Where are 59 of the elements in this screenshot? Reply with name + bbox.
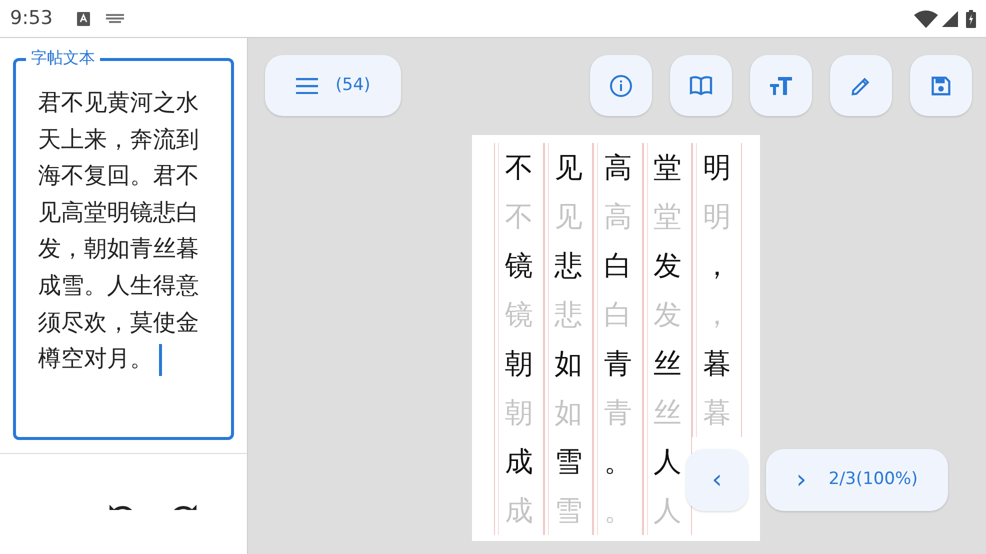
practice-character: 明 <box>692 143 742 192</box>
practice-character: 人 <box>642 486 692 535</box>
field-text: 君不见黄河之水天上来，奔流到海不复回。君不见高堂明镜悲白发，朝如青丝暮成雪。人生得意须尽欢，莫使金樽空对月。 <box>38 90 199 372</box>
practice-character: 不 <box>494 143 544 192</box>
practice-character: 青 <box>593 388 642 437</box>
signal-icon <box>942 10 958 26</box>
menu-icon <box>296 78 318 94</box>
battery-icon <box>966 10 976 28</box>
info-icon <box>609 74 633 98</box>
practice-character: 明 <box>692 192 742 241</box>
edit-button[interactable] <box>830 55 892 116</box>
practice-character: 发 <box>642 290 692 339</box>
practice-character: 青 <box>593 339 642 388</box>
next-page-button[interactable]: › 2/3(100%) <box>766 449 948 511</box>
practice-character: 成 <box>494 486 544 535</box>
practice-character: 镜 <box>494 290 544 339</box>
text-size-icon <box>769 76 793 96</box>
clock: 9:53 <box>10 6 53 32</box>
practice-character: 不 <box>494 192 544 241</box>
practice-character: 高 <box>593 192 642 241</box>
practice-character: 堂 <box>642 192 692 241</box>
previous-page-button[interactable]: ‹ <box>686 449 748 511</box>
info-button[interactable] <box>590 55 652 116</box>
practice-character: 。 <box>593 437 642 486</box>
practice-character: 雪 <box>544 437 593 486</box>
practice-character: 成 <box>494 437 544 486</box>
practice-character: 丝 <box>642 339 692 388</box>
menu-button[interactable]: (54) <box>265 55 401 116</box>
save-button[interactable] <box>910 55 972 116</box>
practice-character: 悲 <box>544 241 593 290</box>
practice-character: 白 <box>593 290 642 339</box>
practice-character: 见 <box>544 143 593 192</box>
practice-character: 镜 <box>494 241 544 290</box>
keyboard-icon <box>106 14 124 23</box>
practice-character: 暮 <box>692 388 742 437</box>
book-icon <box>689 75 713 98</box>
text-size-button[interactable] <box>750 55 812 116</box>
practice-character: 雪 <box>544 486 593 535</box>
practice-character: 堂 <box>642 143 692 192</box>
practice-character: 高 <box>593 143 642 192</box>
save-icon <box>930 75 952 98</box>
book-button[interactable] <box>670 55 732 116</box>
practice-character: 朝 <box>494 339 544 388</box>
practice-character: 发 <box>642 241 692 290</box>
practice-character: 如 <box>544 339 593 388</box>
practice-character: 如 <box>544 388 593 437</box>
practice-character: ， <box>692 241 742 290</box>
practice-character: 见 <box>544 192 593 241</box>
practice-character: 。 <box>593 486 642 535</box>
practice-character: 悲 <box>544 290 593 339</box>
pencil-icon <box>850 75 872 98</box>
practice-character: 丝 <box>642 388 692 437</box>
wifi-icon <box>914 10 938 28</box>
practice-character: 暮 <box>692 339 742 388</box>
practice-character: 朝 <box>494 388 544 437</box>
practice-character: 白 <box>593 241 642 290</box>
practice-character: ， <box>692 290 742 339</box>
practice-character: 人 <box>642 437 692 486</box>
text-input-icon <box>76 12 90 26</box>
